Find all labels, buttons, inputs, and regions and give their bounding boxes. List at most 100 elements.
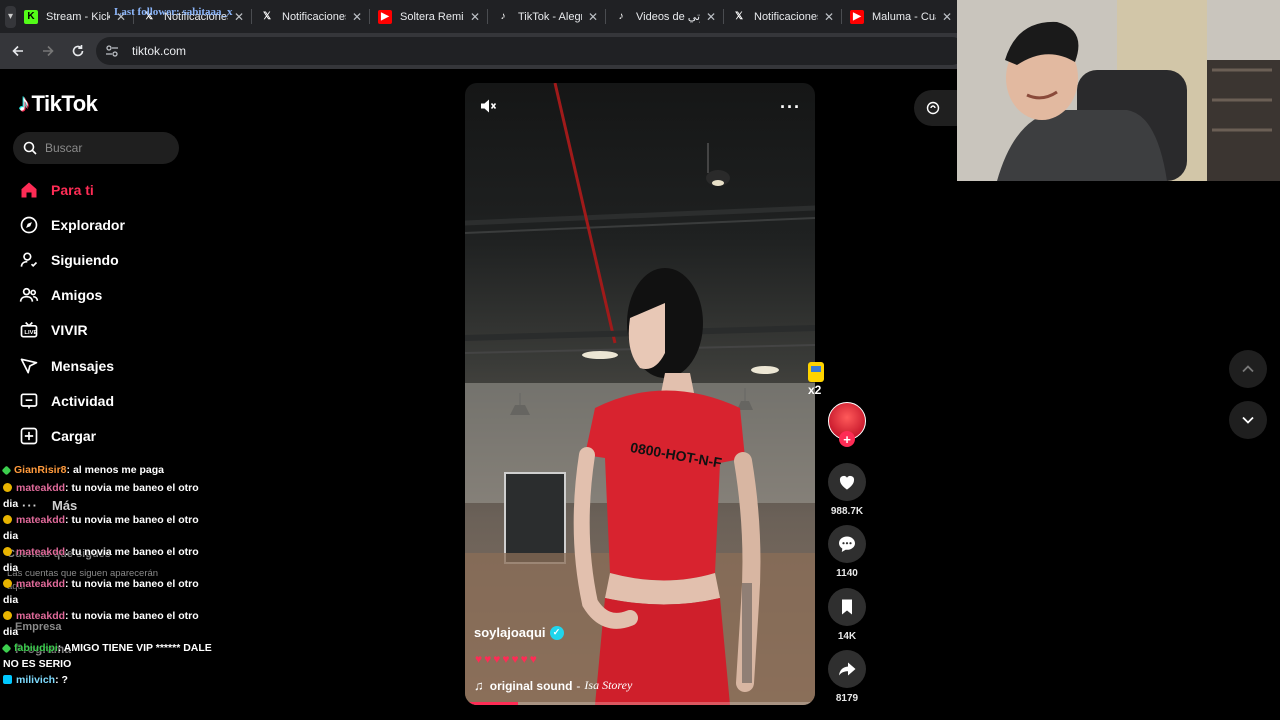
sidebar-item-para-ti[interactable]: Para ti — [18, 172, 218, 207]
heart-icon — [839, 475, 855, 490]
mute-button[interactable] — [479, 97, 501, 119]
sidebar-item-siguiendo[interactable]: Siguiendo — [18, 242, 218, 277]
chevron-down-icon — [1242, 416, 1254, 424]
video-author[interactable]: soylajoaqui ✓ — [474, 625, 564, 640]
previous-video-button[interactable] — [1229, 350, 1267, 388]
share-count: 8179 — [835, 693, 859, 704]
sidebar-item-label: Cargar — [51, 427, 97, 444]
sidebar-item-label: VIVIR — [51, 322, 88, 339]
share-button[interactable] — [828, 650, 866, 688]
youtube-icon: ▶ — [850, 9, 864, 24]
sidebar-item-cargar[interactable]: Cargar — [18, 418, 218, 453]
following-icon — [18, 249, 40, 271]
browser-toolbar: tiktok.com — [0, 33, 966, 69]
chat-username: mateakdd — [16, 578, 66, 590]
chat-badge-icon — [1, 643, 12, 654]
next-video-button[interactable] — [1229, 401, 1267, 439]
tab-title: Stream - Kick — [46, 10, 110, 23]
sidebar-item-label: Amigos — [51, 287, 103, 304]
close-tab-icon[interactable]: ✕ — [706, 10, 716, 24]
url-text: tiktok.com — [132, 44, 187, 58]
close-tab-icon[interactable]: ✕ — [942, 10, 952, 24]
chat-message: GianRisir8: al menos me paga — [1, 462, 213, 480]
close-tab-icon[interactable]: ✕ — [352, 10, 362, 24]
chat-username: mateakdd — [16, 610, 66, 622]
close-tab-icon[interactable]: ✕ — [824, 10, 834, 24]
chat-message: mateakdd: tu novia me baneo el otro dia — [3, 608, 213, 640]
sidebar-item-label: Explorador — [51, 216, 125, 233]
upload-icon — [18, 425, 40, 447]
more-options-button[interactable]: ··· — [780, 97, 801, 118]
search-icon — [23, 141, 37, 155]
x-icon: 𝕏 — [262, 11, 272, 22]
close-tab-icon[interactable]: ✕ — [470, 10, 480, 24]
comment-icon — [839, 536, 855, 552]
reload-button[interactable] — [64, 37, 92, 65]
sidebar-item-label: Siguiendo — [51, 251, 119, 268]
sidebar-item-label: Actividad — [51, 392, 115, 409]
video-sound[interactable]: ♫ original sound - Isa Storey — [474, 678, 632, 693]
browser-tab[interactable]: ♪ TikTok - Alegr ✕ — [488, 0, 606, 33]
like-button[interactable] — [828, 463, 866, 501]
sidebar-item-amigos[interactable]: Amigos — [18, 278, 218, 313]
logo-text: TikTok — [31, 91, 98, 116]
chat-badge-icon — [3, 675, 12, 684]
svg-text:x2: x2 — [808, 383, 822, 396]
sidebar-item-mensajes[interactable]: Mensajes — [18, 348, 218, 383]
browser-tab[interactable]: ♪ Videos de غوتي ✕ — [606, 0, 724, 33]
browser-tab[interactable]: ▶ Maluma - Cua ✕ — [842, 0, 960, 33]
music-note-icon: ♫ — [474, 678, 484, 693]
video-player[interactable]: 0800-HOT-N-F ··· soylajoaqui ✓ ♥♥♥♥♥♥♥ ♫… — [465, 83, 815, 705]
browser-tab[interactable]: ▶ Soltera Remix ✕ — [370, 0, 488, 33]
browser-tab[interactable]: 𝕏 Notificaciones ✕ — [724, 0, 842, 33]
video-frame-art: 0800-HOT-N-F — [465, 83, 815, 705]
compass-icon — [18, 214, 40, 236]
close-tab-icon[interactable]: ✕ — [588, 10, 598, 24]
friends-icon — [18, 284, 40, 306]
bookmark-button[interactable] — [828, 588, 866, 626]
sidebar-nav: Para ti Explorador Siguiendo Amigos LIVE VIVI… — [18, 172, 218, 454]
forward-button[interactable] — [34, 37, 62, 65]
chat-message: mateakdd: tu novia me baneo el otro dia — [3, 480, 213, 512]
streamer-webcam — [957, 0, 1280, 181]
sound-separator: - — [576, 678, 581, 693]
tab-title: Notificaciones — [754, 10, 818, 23]
chat-username: mateakdd — [16, 546, 66, 558]
chat-message: fabiudipi: AMIGO TIENE VIP ****** DALE N… — [1, 640, 213, 672]
stream-chat-overlay: GianRisir8: al menos me paga mateakdd: tu… — [1, 462, 213, 690]
chat-badge-icon — [3, 515, 12, 524]
video-progress-fill — [465, 702, 518, 705]
sound-label: original sound — [489, 678, 573, 693]
video-progress-bar[interactable] — [465, 702, 815, 705]
address-bar[interactable]: tiktok.com — [96, 37, 966, 65]
tiktok-icon: ♪ — [618, 11, 624, 22]
chat-username: milivich — [16, 674, 56, 686]
video-caption: ♥♥♥♥♥♥♥ — [475, 652, 539, 666]
stream-overlay-title: Last follower: sabitaaa_x — [114, 6, 233, 18]
sidebar-item-actividad[interactable]: Actividad — [18, 383, 218, 418]
tiktok-logo[interactable]: ♪ TikTok — [18, 90, 98, 118]
sidebar-item-explorador[interactable]: Explorador — [18, 207, 218, 242]
webcam-frame-art — [957, 0, 1280, 181]
volume-muted-icon — [481, 99, 497, 113]
search-input[interactable]: Buscar — [13, 132, 179, 164]
sidebar-item-label: Mensajes — [51, 357, 115, 374]
reload-icon — [72, 45, 84, 57]
chat-message: mateakdd: tu novia me baneo el otro dia — [3, 544, 213, 576]
author-username[interactable]: soylajoaqui — [474, 625, 546, 640]
bookmark-count: 14K — [837, 631, 857, 642]
sound-artist: Isa Storey — [584, 678, 633, 692]
follow-button[interactable]: + — [839, 431, 855, 447]
arrow-left-icon — [12, 45, 23, 57]
x-icon: 𝕏 — [734, 11, 744, 22]
like-count: 988.7K — [830, 506, 864, 517]
sidebar-item-vivir[interactable]: LIVE VIVIR — [18, 313, 218, 348]
back-button[interactable] — [4, 37, 32, 65]
tab-search-button[interactable]: ▾ — [5, 5, 16, 28]
comment-button[interactable] — [828, 525, 866, 563]
comment-count: 1140 — [836, 568, 858, 579]
close-tab-icon[interactable]: ✕ — [234, 10, 244, 24]
kick-icon: K — [24, 9, 38, 24]
browser-tab[interactable]: 𝕏 Notificaciones ✕ — [252, 0, 370, 33]
site-info-icon[interactable] — [104, 43, 120, 59]
